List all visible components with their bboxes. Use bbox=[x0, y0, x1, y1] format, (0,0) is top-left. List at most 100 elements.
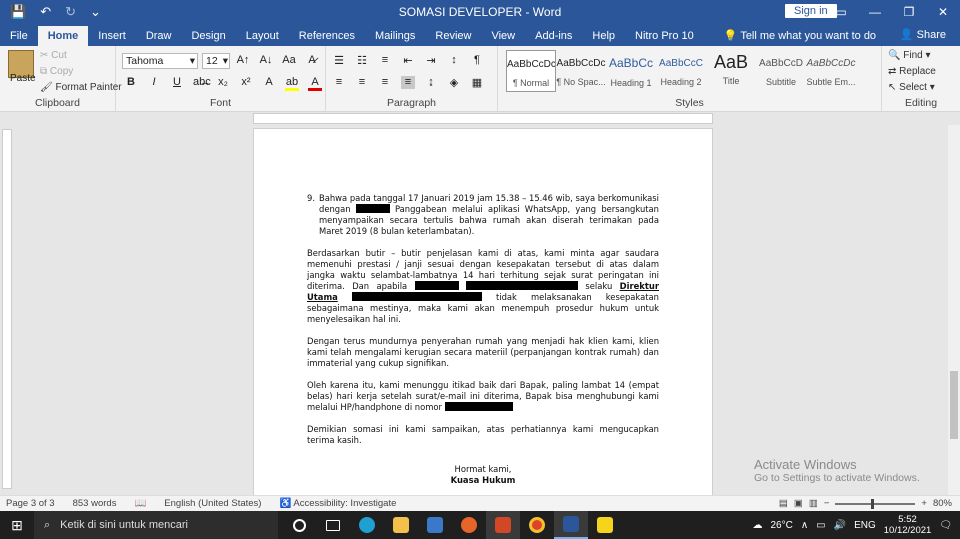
tray-chevron-icon[interactable]: ∧ bbox=[801, 520, 808, 531]
style-no-spacing[interactable]: AaBbCcDc ¶ No Spac... bbox=[556, 50, 606, 92]
italic-icon[interactable]: I bbox=[147, 76, 161, 91]
vertical-ruler[interactable] bbox=[0, 125, 14, 495]
vertical-scrollbar[interactable] bbox=[948, 125, 960, 495]
weather-icon[interactable]: ☁ bbox=[753, 520, 763, 531]
word-icon[interactable] bbox=[554, 511, 588, 539]
font-color-icon[interactable]: A bbox=[308, 76, 322, 91]
keyboard-lang[interactable]: ENG bbox=[854, 520, 876, 531]
font-name-select[interactable]: Tahoma ▾ bbox=[122, 53, 198, 69]
qat-customize-icon[interactable]: ⌄ bbox=[90, 4, 101, 20]
web-layout-icon[interactable]: ▥ bbox=[809, 498, 818, 509]
underline-icon[interactable]: U bbox=[170, 76, 184, 91]
horizontal-ruler[interactable] bbox=[0, 112, 960, 125]
line-spacing-icon[interactable]: ↨ bbox=[424, 76, 438, 89]
tab-design[interactable]: Design bbox=[181, 26, 235, 46]
network-icon[interactable]: ▭ bbox=[816, 520, 825, 531]
pilcrow-icon[interactable]: ¶ bbox=[470, 54, 484, 67]
scrollbar-thumb[interactable] bbox=[950, 371, 958, 439]
cut-button[interactable]: ✂ Cut bbox=[40, 50, 67, 61]
subscript-icon[interactable]: x₂ bbox=[216, 76, 230, 91]
sticky-notes-icon[interactable] bbox=[588, 511, 622, 539]
close-icon[interactable]: ✕ bbox=[926, 0, 960, 24]
format-painter-button[interactable]: 🖌 Format Painter bbox=[40, 82, 122, 93]
proofing-icon[interactable]: 📖 bbox=[134, 498, 146, 509]
find-button[interactable]: 🔍 Find ▾ bbox=[888, 50, 931, 61]
zoom-slider[interactable] bbox=[835, 498, 916, 509]
tab-help[interactable]: Help bbox=[582, 26, 625, 46]
replace-button[interactable]: ⇄ Replace bbox=[888, 66, 936, 77]
edge-icon[interactable] bbox=[350, 511, 384, 539]
task-view-icon[interactable] bbox=[316, 511, 350, 539]
select-button[interactable]: ↖ Select ▾ bbox=[888, 82, 935, 93]
tab-mailings[interactable]: Mailings bbox=[365, 26, 425, 46]
page-count[interactable]: Page 3 of 3 bbox=[6, 498, 55, 509]
tab-review[interactable]: Review bbox=[425, 26, 481, 46]
clock[interactable]: 5:52 10/12/2021 bbox=[884, 514, 932, 536]
tell-me-search[interactable]: 💡 Tell me what you want to do bbox=[714, 26, 886, 46]
bullets-icon[interactable]: ☰ bbox=[332, 54, 346, 67]
weather-temp[interactable]: 26°C bbox=[771, 520, 793, 531]
undo-icon[interactable]: ↶ bbox=[40, 4, 51, 20]
increase-indent-icon[interactable]: ⇥ bbox=[424, 54, 438, 67]
decrease-indent-icon[interactable]: ⇤ bbox=[401, 54, 415, 67]
restore-icon[interactable]: ❐ bbox=[892, 0, 926, 24]
word-count[interactable]: 853 words bbox=[73, 498, 117, 509]
justify-icon[interactable]: ≡ bbox=[401, 76, 415, 89]
style-heading-1[interactable]: AaBbCc Heading 1 bbox=[606, 50, 656, 92]
document-area[interactable]: 9. Bahwa pada tanggal 17 Januari 2019 ja… bbox=[14, 125, 948, 495]
cortana-icon[interactable] bbox=[282, 511, 316, 539]
tab-view[interactable]: View bbox=[481, 26, 525, 46]
file-explorer-icon[interactable] bbox=[384, 511, 418, 539]
mail-icon[interactable] bbox=[418, 511, 452, 539]
tab-home[interactable]: Home bbox=[37, 26, 89, 46]
tab-addins[interactable]: Add-ins bbox=[525, 26, 582, 46]
superscript-icon[interactable]: x² bbox=[239, 76, 253, 91]
taskbar-search[interactable]: ⌕ Ketik di sini untuk mencari bbox=[34, 511, 278, 539]
sort-icon[interactable]: ↕ bbox=[447, 54, 461, 67]
strikethrough-icon[interactable]: ab̶c bbox=[193, 76, 211, 91]
style-heading-2[interactable]: AaBbCcC Heading 2 bbox=[656, 50, 706, 92]
accessibility-status[interactable]: ♿ Accessibility: Investigate bbox=[279, 498, 396, 509]
document-page[interactable]: 9. Bahwa pada tanggal 17 Januari 2019 ja… bbox=[253, 128, 713, 495]
change-case-icon[interactable]: Aa bbox=[282, 54, 296, 66]
redo-icon[interactable]: ↻ bbox=[65, 4, 76, 20]
font-size-select[interactable]: 12 ▾ bbox=[202, 53, 230, 69]
ribbon-display-icon[interactable]: ▭ bbox=[824, 0, 858, 24]
zoom-in-icon[interactable]: + bbox=[921, 498, 927, 509]
text-effects-icon[interactable]: A bbox=[262, 76, 276, 91]
pdf-app-icon[interactable] bbox=[486, 511, 520, 539]
borders-icon[interactable]: ▦ bbox=[470, 76, 484, 89]
print-layout-icon[interactable]: ▣ bbox=[794, 498, 803, 509]
grow-font-icon[interactable]: A↑ bbox=[236, 54, 250, 66]
style-title[interactable]: AaB Title bbox=[706, 50, 756, 92]
paste-button[interactable]: Paste bbox=[10, 73, 36, 84]
copy-button[interactable]: ⧉ Copy bbox=[40, 66, 73, 77]
volume-icon[interactable]: 🔊 bbox=[834, 520, 846, 531]
chrome-icon[interactable] bbox=[520, 511, 554, 539]
tab-references[interactable]: References bbox=[289, 26, 365, 46]
document-body[interactable]: 9. Bahwa pada tanggal 17 Januari 2019 ja… bbox=[307, 193, 659, 486]
style-subtle-emphasis[interactable]: AaBbCcDc Subtle Em... bbox=[806, 50, 856, 92]
firefox-icon[interactable] bbox=[452, 511, 486, 539]
save-icon[interactable]: 💾 bbox=[10, 4, 26, 20]
language-status[interactable]: English (United States) bbox=[164, 498, 261, 509]
share-button[interactable]: 👤 Share bbox=[900, 28, 946, 41]
tab-nitro[interactable]: Nitro Pro 10 bbox=[625, 26, 704, 46]
style-normal[interactable]: AaBbCcDc ¶ Normal bbox=[506, 50, 556, 92]
tab-draw[interactable]: Draw bbox=[136, 26, 182, 46]
highlight-icon[interactable]: ab bbox=[285, 76, 299, 91]
zoom-level[interactable]: 80% bbox=[933, 498, 952, 509]
tab-insert[interactable]: Insert bbox=[88, 26, 136, 46]
tab-layout[interactable]: Layout bbox=[236, 26, 289, 46]
read-mode-icon[interactable]: ▤ bbox=[779, 498, 788, 509]
numbering-icon[interactable]: ☷ bbox=[355, 54, 369, 67]
bold-icon[interactable]: B bbox=[124, 76, 138, 91]
tab-file[interactable]: File bbox=[0, 26, 38, 46]
clear-format-icon[interactable]: A̷ bbox=[305, 54, 319, 66]
style-subtitle[interactable]: AaBbCcD Subtitle bbox=[756, 50, 806, 92]
shrink-font-icon[interactable]: A↓ bbox=[259, 54, 273, 66]
windows-start-icon[interactable]: ⊞ bbox=[0, 511, 34, 539]
notifications-icon[interactable]: 🗨 bbox=[939, 520, 952, 531]
multilevel-icon[interactable]: ≡ bbox=[378, 54, 392, 67]
align-right-icon[interactable]: ≡ bbox=[378, 76, 392, 89]
